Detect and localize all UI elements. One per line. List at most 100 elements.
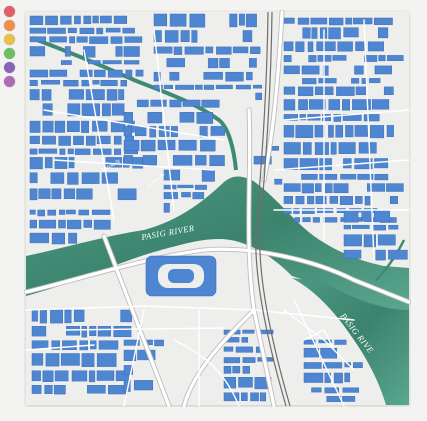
building — [89, 326, 97, 337]
building — [239, 13, 245, 26]
building — [354, 65, 364, 75]
building — [215, 84, 233, 90]
purple-swatch[interactable] — [4, 62, 15, 73]
building — [203, 84, 215, 90]
green-swatch[interactable] — [4, 48, 15, 59]
building — [113, 135, 122, 145]
building — [123, 60, 140, 65]
building — [246, 71, 253, 81]
building — [54, 120, 66, 133]
building — [355, 86, 367, 96]
building — [163, 84, 173, 89]
building — [31, 370, 41, 382]
building — [196, 112, 214, 124]
building — [238, 377, 253, 388]
building — [178, 139, 197, 151]
building — [354, 125, 369, 137]
building — [330, 142, 337, 155]
building — [123, 126, 133, 137]
building — [189, 13, 206, 28]
building — [42, 370, 54, 382]
building — [199, 126, 208, 138]
building — [205, 46, 214, 54]
building — [229, 13, 238, 28]
building — [150, 99, 167, 107]
building — [283, 99, 296, 111]
building — [50, 172, 65, 184]
building — [102, 103, 111, 117]
building — [59, 148, 66, 155]
building — [259, 392, 267, 402]
building — [337, 41, 353, 52]
building — [283, 196, 293, 204]
building — [225, 71, 244, 82]
map-svg[interactable]: PASIG RIVER PASIG RIVE Estero St Garcia … — [24, 10, 411, 407]
building — [345, 125, 354, 138]
violet-swatch[interactable] — [4, 76, 15, 87]
building — [67, 148, 74, 155]
building — [283, 65, 300, 75]
building — [169, 13, 187, 27]
building — [345, 17, 353, 25]
building — [307, 41, 314, 52]
building — [173, 46, 183, 55]
building — [283, 183, 301, 192]
building — [351, 224, 370, 229]
building — [107, 69, 123, 78]
building — [63, 188, 75, 199]
building — [180, 30, 190, 42]
building — [83, 15, 92, 25]
building — [343, 249, 362, 259]
building — [163, 169, 181, 181]
yellow-swatch[interactable] — [4, 34, 15, 45]
building — [66, 209, 76, 215]
building — [344, 372, 351, 383]
building — [98, 340, 119, 350]
map-canvas[interactable]: PASIG RIVER PASIG RIVE Estero St Garcia … — [24, 10, 411, 407]
building — [31, 326, 47, 337]
building — [47, 209, 56, 216]
building — [336, 86, 355, 96]
building — [164, 30, 179, 43]
building — [301, 65, 320, 75]
building — [209, 155, 225, 166]
building — [201, 99, 220, 108]
building — [67, 172, 79, 185]
building — [123, 46, 140, 57]
building — [136, 99, 149, 108]
building — [301, 174, 318, 180]
building — [216, 46, 232, 55]
building — [101, 172, 118, 184]
building — [367, 41, 384, 52]
building — [140, 139, 156, 152]
orange-swatch[interactable] — [4, 20, 15, 31]
building — [85, 89, 105, 101]
color-palette — [4, 6, 16, 87]
building — [110, 36, 123, 44]
building — [87, 385, 106, 394]
building — [120, 80, 127, 87]
building — [122, 27, 135, 34]
building — [295, 196, 305, 205]
building — [328, 27, 341, 40]
building — [332, 55, 347, 61]
building — [312, 217, 320, 223]
building — [38, 148, 58, 154]
building — [369, 78, 381, 84]
building — [311, 387, 322, 393]
building — [201, 169, 215, 182]
building — [303, 347, 320, 358]
building — [125, 69, 133, 78]
building — [210, 126, 225, 136]
building — [163, 184, 177, 190]
building — [60, 60, 72, 65]
red-swatch[interactable] — [4, 6, 15, 17]
building — [88, 60, 101, 65]
building — [374, 65, 392, 75]
building — [383, 86, 394, 95]
building — [389, 196, 398, 204]
building — [298, 86, 314, 97]
building — [58, 219, 66, 229]
building — [301, 208, 315, 214]
building — [378, 55, 386, 62]
